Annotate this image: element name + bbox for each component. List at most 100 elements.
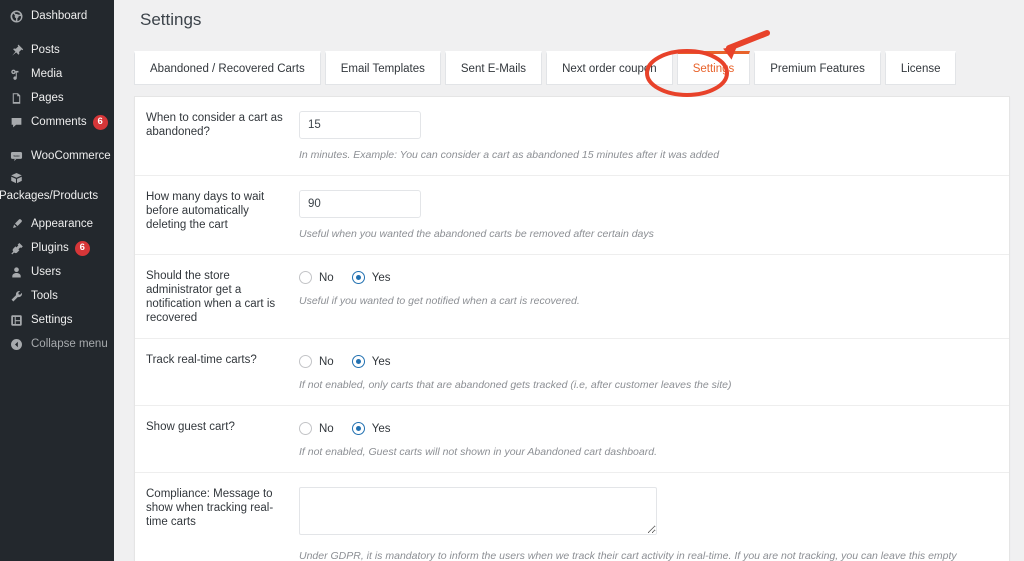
sidebar-item-posts[interactable]: Posts	[0, 38, 114, 62]
settings-icon	[8, 312, 24, 328]
tab-premium-features[interactable]: Premium Features	[754, 51, 881, 85]
tab-label: Sent E-Mails	[460, 63, 527, 75]
dashboard-icon	[8, 8, 24, 24]
setting-row-abandoned-minutes: When to consider a cart as abandoned? In…	[135, 97, 1009, 176]
radio-label: Yes	[371, 422, 391, 435]
plugins-badge: 6	[74, 240, 90, 256]
sidebar-item-dashboard[interactable]: Dashboard	[0, 4, 114, 28]
setting-help-text: If not enabled, Guest carts will not sho…	[299, 446, 657, 458]
pin-icon	[8, 42, 24, 58]
sidebar-item-tools[interactable]: Tools	[0, 284, 114, 308]
sidebar-item-label: Media	[31, 68, 63, 80]
collapse-icon	[8, 336, 24, 352]
sidebar-item-collapse-menu[interactable]: Collapse menu	[0, 332, 114, 356]
settings-panel: When to consider a cart as abandoned? In…	[134, 96, 1010, 561]
setting-label: Should the store administrator get a not…	[146, 270, 276, 324]
setting-row-delete-days: How many days to wait before automatical…	[135, 176, 1009, 255]
plug-icon	[8, 240, 24, 256]
sidebar-item-label: Dashboard	[31, 10, 88, 22]
radio-label: Yes	[371, 355, 391, 368]
setting-help-text: Useful when you wanted the abandoned car…	[299, 228, 654, 240]
tab-label: Settings	[692, 63, 735, 75]
sidebar-item-woocommerce[interactable]: woo WooCommerce	[0, 144, 114, 168]
delete-days-input[interactable]	[299, 190, 421, 218]
svg-text:woo: woo	[13, 153, 19, 157]
radio-group-track-realtime: No Yes	[299, 353, 1009, 370]
sidebar-item-label: Comments	[31, 116, 87, 128]
sidebar-item-label: Users	[31, 266, 62, 278]
setting-field: In minutes. Example: You can consider a …	[287, 111, 1009, 162]
radio-option-yes[interactable]: Yes	[351, 355, 391, 368]
tab-label: Premium Features	[770, 63, 865, 75]
wrench-icon	[8, 288, 24, 304]
sidebar-item-comments[interactable]: Comments 6	[0, 110, 114, 134]
setting-field: Under GDPR, it is mandatory to inform th…	[287, 487, 1009, 561]
radio-label: No	[319, 355, 334, 368]
radio-option-yes[interactable]: Yes	[351, 271, 391, 284]
setting-help-text: In minutes. Example: You can consider a …	[299, 149, 720, 161]
compliance-message-textarea[interactable]	[299, 487, 657, 535]
radio-no-indicator	[299, 355, 312, 368]
setting-help-text: If not enabled, only carts that are aban…	[299, 379, 732, 391]
sidebar-item-label: Packages/Products	[0, 190, 99, 202]
setting-row-track-realtime: Track real-time carts? No Yes If not ena…	[135, 339, 1009, 406]
admin-sidebar: Dashboard Posts Media Pages Comments 6 w…	[0, 0, 114, 561]
radio-label: No	[319, 422, 334, 435]
setting-label: Track real-time carts?	[146, 354, 257, 366]
sidebar-item-packages-products[interactable]: Packages/Products	[0, 168, 114, 202]
tab-sent-emails[interactable]: Sent E-Mails	[444, 51, 543, 85]
box-icon	[8, 170, 24, 186]
setting-row-admin-notification: Should the store administrator get a not…	[135, 255, 1009, 339]
radio-yes-indicator	[351, 422, 365, 435]
tab-email-templates[interactable]: Email Templates	[324, 51, 441, 85]
radio-option-no[interactable]: No	[299, 271, 334, 284]
sidebar-item-media[interactable]: Media	[0, 62, 114, 86]
radio-option-no[interactable]: No	[299, 355, 334, 368]
setting-help-text: Under GDPR, it is mandatory to inform th…	[299, 550, 957, 561]
radio-yes-indicator	[351, 271, 365, 284]
brush-icon	[8, 216, 24, 232]
woocommerce-icon: woo	[8, 148, 24, 164]
tab-label: License	[900, 63, 941, 75]
radio-group-admin-notification: No Yes	[299, 269, 1009, 286]
sidebar-item-users[interactable]: Users	[0, 260, 114, 284]
radio-no-indicator	[299, 422, 312, 435]
sidebar-item-appearance[interactable]: Appearance	[0, 212, 114, 236]
pages-icon	[8, 90, 24, 106]
tab-next-order-coupon[interactable]: Next order coupon	[546, 51, 673, 85]
media-icon	[8, 66, 24, 82]
tab-settings[interactable]: Settings	[676, 51, 751, 85]
setting-field: Useful when you wanted the abandoned car…	[287, 190, 1009, 241]
setting-field: No Yes If not enabled, only carts that a…	[287, 353, 1009, 392]
setting-row-compliance-message: Compliance: Message to show when trackin…	[135, 473, 1009, 561]
tab-license[interactable]: License	[884, 51, 957, 85]
radio-no-indicator	[299, 271, 312, 284]
radio-label: Yes	[371, 271, 391, 284]
setting-label: Show guest cart?	[146, 421, 235, 433]
setting-field: No Yes If not enabled, Guest carts will …	[287, 420, 1009, 459]
sidebar-item-label: Settings	[31, 314, 73, 326]
radio-group-guest-cart: No Yes	[299, 420, 1009, 437]
tab-abandoned-recovered-carts[interactable]: Abandoned / Recovered Carts	[134, 51, 321, 85]
sidebar-item-label: Collapse menu	[31, 338, 108, 350]
sidebar-item-pages[interactable]: Pages	[0, 86, 114, 110]
setting-help-text: Useful if you wanted to get notified whe…	[299, 295, 580, 307]
radio-option-no[interactable]: No	[299, 422, 334, 435]
wordpress-admin-screen: Dashboard Posts Media Pages Comments 6 w…	[0, 0, 1024, 561]
page-title: Settings	[140, 10, 202, 29]
sidebar-item-label: Tools	[31, 290, 58, 302]
tab-label: Abandoned / Recovered Carts	[150, 63, 305, 75]
sidebar-item-settings[interactable]: Settings	[0, 308, 114, 332]
radio-yes-indicator	[351, 355, 365, 368]
comments-badge: 6	[92, 114, 108, 130]
tab-label: Next order coupon	[562, 63, 657, 75]
sidebar-item-label: Appearance	[31, 218, 94, 230]
abandoned-minutes-input[interactable]	[299, 111, 421, 139]
sidebar-item-label: WooCommerce	[31, 150, 111, 162]
sidebar-item-plugins[interactable]: Plugins 6	[0, 236, 114, 260]
setting-label: Compliance: Message to show when trackin…	[146, 488, 274, 528]
main-content: Settings Abandoned / Recovered Carts Ema…	[114, 0, 1024, 561]
radio-option-yes[interactable]: Yes	[351, 422, 391, 435]
